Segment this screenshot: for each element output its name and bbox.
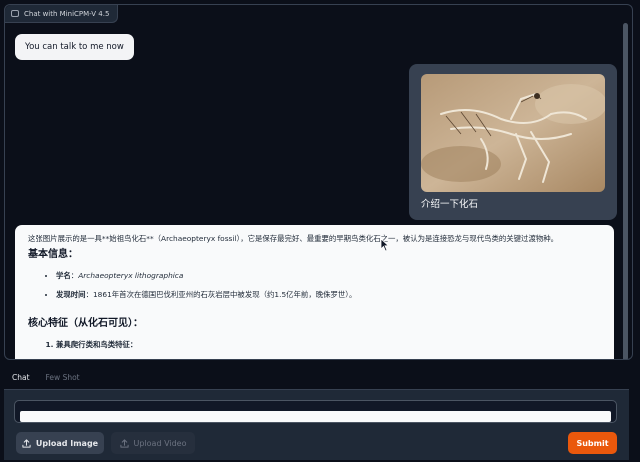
upload-video-label: Upload Video	[133, 438, 187, 448]
message-input[interactable]	[20, 411, 611, 422]
bot-message-response: 这张图片展示的是一具**始祖鸟化石**（Archaeopteryx fossil…	[15, 225, 614, 359]
list-item-value: Archaeopteryx lithographica	[78, 271, 184, 280]
bot-message-greeting: You can talk to me now	[15, 34, 134, 60]
core-features-list: 兼具爬行类和鸟类特征：	[56, 339, 602, 350]
list-item-key: 发现时间	[56, 290, 86, 299]
bot-intro-paragraph: 这张图片展示的是一具**始祖鸟化石**（Archaeopteryx fossil…	[28, 234, 559, 243]
heading-basic-info: 基本信息：	[28, 249, 78, 260]
user-message: 介绍一下化石	[409, 64, 617, 220]
input-panel: Upload Image Upload Video Submit	[4, 389, 629, 460]
upload-image-label: Upload Image	[35, 438, 99, 448]
tab-chat[interactable]: Chat	[4, 370, 38, 388]
submit-button[interactable]: Submit	[568, 432, 617, 454]
list-item: 兼具爬行类和鸟类特征：	[56, 339, 602, 350]
chat-scrollbar[interactable]	[623, 23, 628, 359]
user-message-text: 介绍一下化石	[421, 199, 479, 210]
greeting-text: You can talk to me now	[25, 42, 124, 52]
chatbot-panel: Chat with MiniCPM-V 4.5 You can talk to …	[4, 4, 633, 360]
submit-label: Submit	[576, 438, 609, 448]
list-item-key: 学名	[56, 271, 71, 280]
heading-core-features: 核心特征（从化石可见）：	[28, 318, 143, 329]
upload-video-button[interactable]: Upload Video	[111, 432, 195, 454]
list-item-value: 1861年首次在德国巴伐利亚州的石灰岩层中被发现（约1.5亿年前，晚侏罗世）。	[92, 290, 357, 299]
fossil-image[interactable]	[421, 74, 605, 192]
list-item-sep: ：	[85, 290, 93, 299]
upload-image-button[interactable]: Upload Image	[16, 432, 104, 454]
list-item: 学名：Archaeopteryx lithographica	[56, 270, 602, 281]
tab-bar: Chat Few Shot	[0, 370, 640, 388]
message-input-wrapper	[14, 400, 617, 423]
chatbot-label-text: Chat with MiniCPM-V 4.5	[24, 9, 110, 18]
chat-icon	[11, 10, 19, 17]
tab-few-shot[interactable]: Few Shot	[38, 370, 88, 388]
upload-icon	[119, 438, 129, 448]
basic-info-list: 学名：Archaeopteryx lithographica 发现时间：1861…	[56, 270, 602, 300]
upload-icon	[22, 438, 31, 448]
chatbot-label: Chat with MiniCPM-V 4.5	[5, 5, 119, 23]
mouse-cursor-icon	[380, 238, 390, 252]
list-item: 发现时间：1861年首次在德国巴伐利亚州的石灰岩层中被发现（约1.5亿年前，晚侏…	[56, 289, 602, 300]
